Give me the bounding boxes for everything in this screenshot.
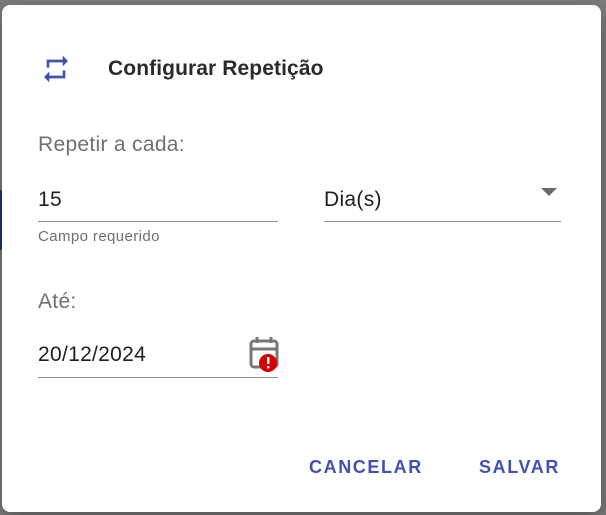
dialog-actions: CANCELAR SALVAR [2,457,601,487]
dialog-header: Configurar Repetição [40,53,324,85]
dialog-title: Configurar Repetição [108,57,324,80]
until-date-input[interactable]: 20/12/2024 [38,343,278,378]
until-label: Até: [38,290,77,313]
repeat-every-label: Repetir a cada: [38,133,185,156]
calendar-error-icon[interactable] [246,335,282,375]
unit-value: Dia(s) [324,188,382,211]
required-helper-text: Campo requerido [38,228,160,245]
save-button[interactable]: SALVAR [479,457,560,478]
cancel-button[interactable]: CANCELAR [309,457,423,478]
chevron-down-icon[interactable] [541,188,557,196]
interval-value: 15 [38,188,62,211]
repeat-config-dialog: Configurar Repetição Repetir a cada: 15 … [2,5,601,512]
interval-input[interactable]: 15 [38,188,278,222]
unit-select[interactable]: Dia(s) [324,188,561,222]
until-date-value: 20/12/2024 [38,343,147,366]
repeat-icon [40,53,72,85]
